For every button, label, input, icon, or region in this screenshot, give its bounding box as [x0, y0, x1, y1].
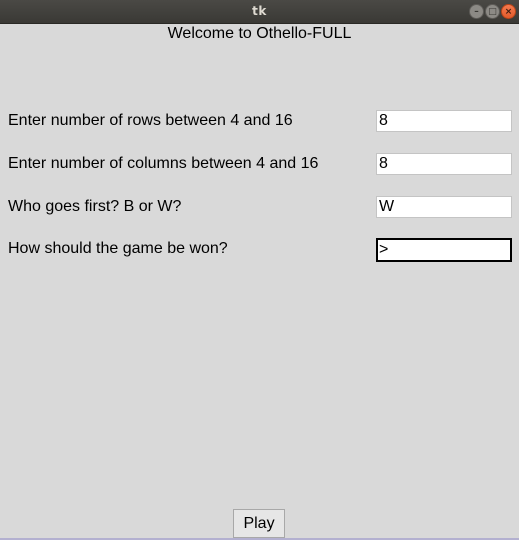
window-titlebar[interactable]: tk – □ × [0, 0, 519, 24]
window-title: tk [252, 4, 267, 18]
rows-label: Enter number of rows between 4 and 16 [8, 112, 293, 129]
app-window: tk – □ × Welcome to Othello-FULL Enter n… [0, 0, 519, 540]
first-player-label: Who goes first? B or W? [8, 198, 182, 215]
first-player-input[interactable] [376, 196, 512, 218]
columns-label: Enter number of columns between 4 and 16 [8, 155, 319, 172]
rows-input[interactable] [376, 110, 512, 132]
play-button[interactable]: Play [233, 509, 285, 538]
win-condition-label: How should the game be won? [8, 240, 228, 257]
minimize-icon[interactable]: – [469, 4, 484, 19]
win-condition-input[interactable] [376, 238, 512, 262]
maximize-icon[interactable]: □ [485, 4, 500, 19]
columns-input[interactable] [376, 153, 512, 175]
close-icon[interactable]: × [501, 4, 516, 19]
welcome-heading: Welcome to Othello-FULL [167, 25, 352, 42]
